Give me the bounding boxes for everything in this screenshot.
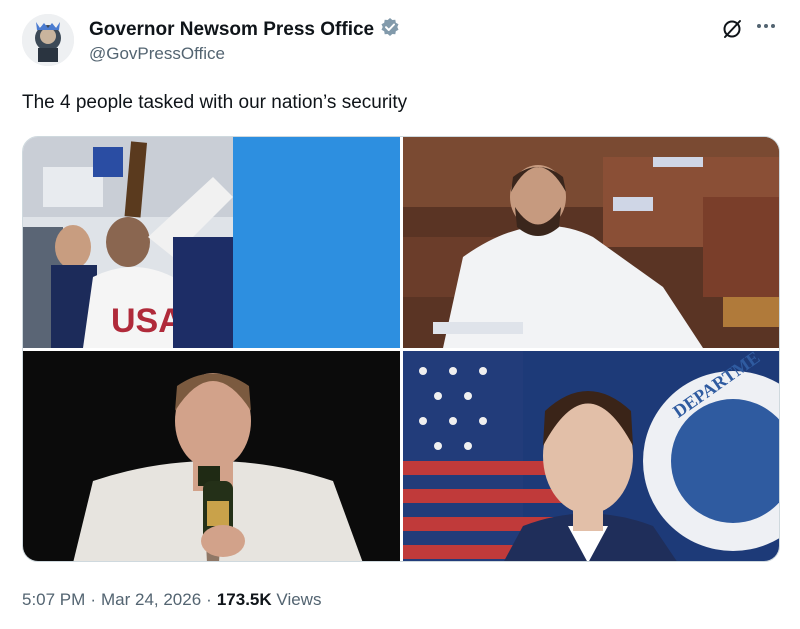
tweet-text: The 4 people tasked with our nation’s se… [22, 92, 408, 113]
tweet-time[interactable]: 5:07 PM [22, 590, 85, 609]
media-image-3[interactable] [23, 351, 400, 561]
tweet-meta: 5:07 PM · Mar 24, 2026 · 173.5K Views [22, 590, 321, 610]
meta-separator: · [206, 590, 212, 609]
jersey-text: USA [111, 302, 183, 340]
author-name-row[interactable]: Governor Newsom Press Office [89, 17, 400, 42]
views-label: Views [276, 590, 322, 609]
views-count: 173.5K [216, 590, 272, 609]
meta-separator: · [90, 590, 96, 609]
media-grid: USA DEPARTME [22, 136, 780, 562]
media-image-2[interactable] [403, 137, 779, 348]
avatar[interactable] [22, 14, 74, 66]
media-image-1[interactable]: USA [23, 137, 400, 348]
author-name[interactable]: Governor Newsom Press Office [89, 19, 374, 41]
verified-badge-icon [380, 17, 400, 42]
media-image-4[interactable]: DEPARTME [403, 351, 779, 561]
tweet-date[interactable]: Mar 24, 2026 [101, 590, 201, 609]
more-options-icon[interactable] [754, 16, 782, 36]
grok-icon[interactable] [721, 18, 743, 40]
author-handle[interactable]: @GovPressOffice [89, 44, 225, 64]
